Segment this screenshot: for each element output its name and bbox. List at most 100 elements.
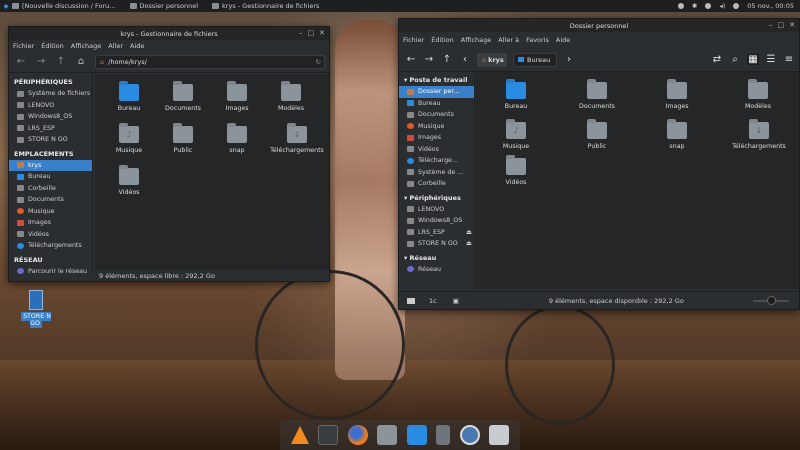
update-manager-icon[interactable] [459,425,480,445]
terminal-icon[interactable] [318,425,339,445]
trash-icon[interactable] [436,425,451,445]
clock[interactable]: 05 nov., 00:05 [747,2,794,10]
sidebar-item-systeme[interactable]: Système de ... [399,167,474,179]
file-item-public[interactable]: Public [567,122,627,150]
task-dossier-personnel[interactable]: Dossier personnel [129,2,198,10]
sidebar-item-videos[interactable]: Vidéos [399,144,474,156]
sidebar-item-telechargements[interactable]: Téléchargements [9,240,92,252]
file-item-telechargements[interactable]: ↓ Téléchargements [724,122,794,150]
sidebar-item-musique[interactable]: Musique [9,206,92,218]
file-item-videos[interactable]: Vidéos [99,168,159,196]
menu-fichier[interactable]: Fichier [403,36,424,44]
sidebar-item-windows8[interactable]: Windows8_OS [9,111,92,123]
firefox-icon[interactable] [347,425,368,445]
file-item-telechargements[interactable]: ↓ Téléchargements [261,126,333,154]
sidebar-item-images[interactable]: Images [9,217,92,229]
app-menu-icon[interactable]: ◆ [0,0,12,12]
up-arrow-icon[interactable]: ↑ [441,54,453,65]
eject-icon[interactable]: ⏏ [466,240,472,247]
back-arrow-icon[interactable]: ← [405,54,417,65]
zoom-slider-handle[interactable] [767,295,776,305]
list-view-icon[interactable]: ☰ [765,54,777,65]
files-icon[interactable] [377,425,398,445]
up-arrow-icon[interactable]: ↑ [55,56,67,67]
file-item-modeles[interactable]: Modèles [261,84,321,112]
sidebar-item-windows8[interactable]: Windows8_OS [399,215,474,227]
file-item-documents[interactable]: Documents [567,82,627,110]
menu-aller[interactable]: Aller [108,42,123,50]
search-icon[interactable]: ⌕ [729,54,741,65]
volume-icon[interactable]: ◂) [719,2,725,10]
sidebar-item-krys[interactable]: krys [9,159,92,171]
reload-icon[interactable]: ↻ [316,58,321,66]
back-arrow-icon[interactable]: ← [15,56,27,67]
sidebar-item-dossier-personnel[interactable]: Dossier per... [399,86,474,98]
file-item-snap[interactable]: snap [647,122,707,150]
vlc-icon[interactable] [290,426,309,444]
sidebar-item-systeme[interactable]: Système de fichiers [9,88,92,100]
sidebar-item-corbeille[interactable]: Corbeille [9,183,92,195]
sidebar-item-documents[interactable]: Documents [9,194,92,206]
sidebar-item-reseau[interactable]: Réseau [399,264,474,276]
file-item-bureau[interactable]: Bureau [99,84,159,112]
file-item-bureau[interactable]: Bureau [486,82,546,110]
file-item-images[interactable]: Images [647,82,707,110]
chevron-left-icon[interactable]: ‹ [459,54,471,65]
maximize-icon[interactable]: □ [308,29,315,37]
menu-aide[interactable]: Aide [130,42,144,50]
bluetooth-icon[interactable]: ✱ [692,2,697,10]
menu-fichier[interactable]: Fichier [13,42,34,50]
maximize-icon[interactable]: □ [778,21,785,29]
compact-view-icon[interactable]: ≡ [783,54,795,65]
menu-affichage[interactable]: Affichage [461,36,492,44]
file-item-images[interactable]: Images [207,84,267,112]
menu-aide[interactable]: Aide [556,36,570,44]
menu-favoris[interactable]: Favoris [526,36,549,44]
sidebar-item-images[interactable]: Images [399,132,474,144]
menu-edition[interactable]: Édition [41,42,64,50]
sidebar-item-bureau[interactable]: Bureau [399,98,474,110]
toggle-sidebar-icon[interactable] [407,297,415,304]
breadcrumb-bureau[interactable]: Bureau [513,52,557,67]
task-gestionnaire[interactable]: krys - Gestionnaire de fichiers [212,2,319,10]
minimize-icon[interactable]: – [299,29,303,37]
task-forum[interactable]: [Nouvelle discussion / Foru... [12,2,116,10]
notification-icon[interactable] [678,3,685,9]
file-manager-icon[interactable] [489,425,510,445]
toggle-location-icon[interactable]: ⇄ [711,54,723,65]
sidebar-item-reseau[interactable]: Parcourir le réseau [9,266,92,278]
network-icon[interactable] [705,3,712,9]
forward-arrow-icon[interactable]: → [35,56,47,67]
forward-arrow-icon[interactable]: → [423,54,435,65]
sidebar-item-videos[interactable]: Vidéos [9,229,92,241]
chevron-right-icon[interactable]: › [563,54,575,65]
sidebar-item-lrs-esp[interactable]: LRS_ESP [9,123,92,135]
zoom-slider[interactable] [753,295,789,305]
menu-aller-a[interactable]: Aller à [498,36,519,44]
sidebar-item-corbeille[interactable]: Corbeille [399,178,474,190]
file-item-documents[interactable]: Documents [153,84,213,112]
location-bar[interactable]: ⌂ /home/krys/ ↻ [95,54,325,69]
desktop-icon[interactable] [406,425,427,445]
close-icon[interactable]: ✕ [319,29,325,37]
breadcrumb-krys[interactable]: ⌂ krys [477,52,507,67]
window-titlebar[interactable]: krys - Gestionnaire de fichiers – □ ✕ [9,27,329,40]
menu-affichage[interactable]: Affichage [71,42,102,50]
close-icon[interactable]: ✕ [789,21,795,29]
file-item-public[interactable]: Public [153,126,213,154]
eject-icon[interactable]: ⏏ [466,229,472,236]
menu-edition[interactable]: Édition [431,36,454,44]
sidebar-item-lrs-esp[interactable]: LRS_ESP ⏏ [399,227,474,239]
sidebar-item-lenovo[interactable]: LENOVO [9,100,92,112]
icon-view-icon[interactable]: ▦ [747,54,759,65]
minimize-icon[interactable]: – [769,21,773,29]
sidebar-item-bureau[interactable]: Bureau [9,171,92,183]
sidebar-item-lenovo[interactable]: LENOVO [399,204,474,216]
home-icon[interactable]: ⌂ [75,56,87,67]
battery-icon[interactable] [733,3,740,9]
sidebar-item-store-n-go[interactable]: STORE N GO [9,134,92,146]
window-titlebar[interactable]: Dossier personnel – □ ✕ [399,19,799,32]
sidebar-item-musique[interactable]: Musique [399,121,474,133]
file-item-modeles[interactable]: Modèles [728,82,788,110]
file-item-musique[interactable]: ♪ Musique [99,126,159,154]
